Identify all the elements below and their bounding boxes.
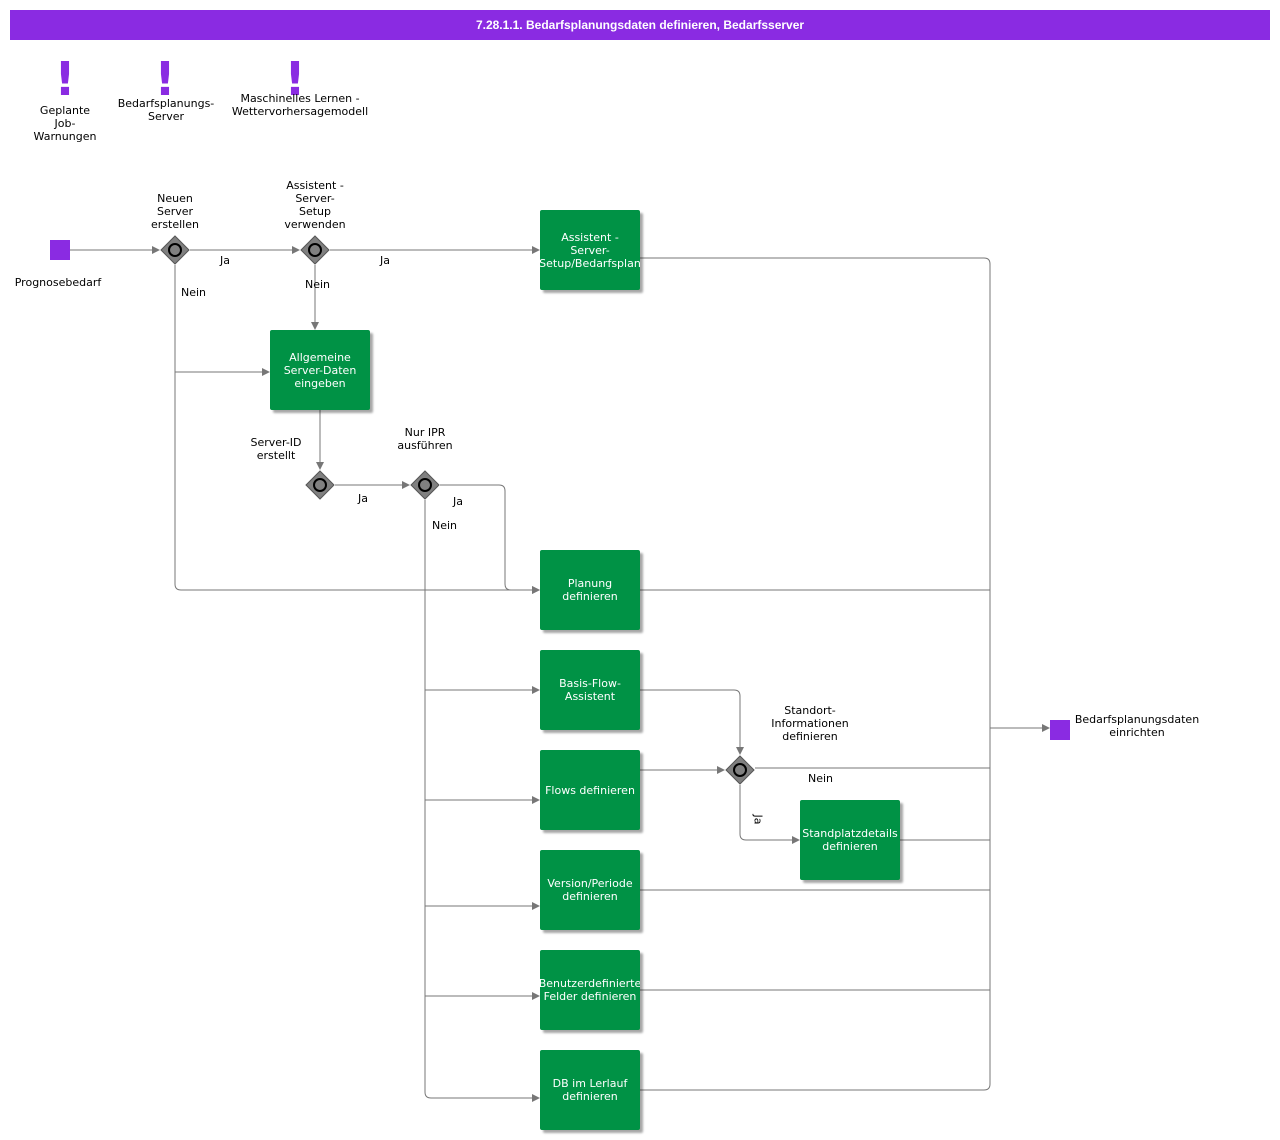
flow-label-nein: Nein bbox=[432, 519, 458, 532]
task-label: Flows definieren bbox=[545, 783, 635, 797]
gateway-assistent[interactable] bbox=[300, 235, 330, 265]
gateway-label-standort: Standort- Informationen definieren bbox=[771, 704, 849, 743]
task-label: Basis-Flow- Assistent bbox=[559, 677, 621, 703]
start-event[interactable] bbox=[50, 240, 70, 260]
flow-label-nein: Nein bbox=[181, 286, 207, 299]
task-label: Version/Periode definieren bbox=[547, 877, 633, 903]
flow-label-ja: Ja bbox=[380, 254, 390, 267]
flow-label-ja: Ja bbox=[220, 254, 230, 267]
task-assistent-server-setup[interactable]: Assistent - Server- Setup/Bedarfsplan bbox=[540, 210, 640, 290]
task-label: Standplatzdetails definieren bbox=[802, 827, 898, 853]
task-db-im-lerlauf[interactable]: DB im Lerlauf definieren bbox=[540, 1050, 640, 1130]
task-label: Allgemeine Server-Daten eingeben bbox=[283, 350, 357, 390]
task-basis-flow-assistent[interactable]: Basis-Flow- Assistent bbox=[540, 650, 640, 730]
gateway-standort[interactable] bbox=[725, 755, 755, 785]
task-allgemeine-server-daten[interactable]: Allgemeine Server-Daten eingeben bbox=[270, 330, 370, 410]
task-planung-definieren[interactable]: Planung definieren bbox=[540, 550, 640, 630]
task-label: Planung definieren bbox=[562, 577, 618, 603]
flow-label-nein: Nein bbox=[305, 278, 331, 291]
flow-label-ja: Ja bbox=[751, 814, 765, 825]
gateway-label-assistent: Assistent - Server- Setup verwenden bbox=[284, 179, 346, 231]
gateway-server-id[interactable] bbox=[305, 470, 335, 500]
flow-connectors bbox=[70, 246, 1050, 1102]
task-label: Benutzerdefinierte Felder definieren bbox=[540, 977, 640, 1003]
gateway-label-server-id: Server-ID erstellt bbox=[250, 436, 302, 462]
end-event-label: Bedarfsplanungsdaten einrichten bbox=[1074, 713, 1200, 739]
flow-label-nein: Nein bbox=[808, 772, 834, 785]
start-event-label: Prognosebedarf bbox=[14, 276, 102, 289]
gateway-nur-ipr[interactable] bbox=[410, 470, 440, 500]
gateway-label-nur-ipr: Nur IPR ausführen bbox=[397, 426, 453, 452]
task-standplatzdetails[interactable]: Standplatzdetails definieren bbox=[800, 800, 900, 880]
flow-label-ja: Ja bbox=[453, 495, 463, 508]
flow-label-ja: Ja bbox=[358, 492, 368, 505]
gateway-label-neuen-server: Neuen Server erstellen bbox=[151, 192, 199, 231]
task-benutzerdefinierte-felder[interactable]: Benutzerdefinierte Felder definieren bbox=[540, 950, 640, 1030]
task-version-periode[interactable]: Version/Periode definieren bbox=[540, 850, 640, 930]
gateway-neuen-server[interactable] bbox=[160, 235, 190, 265]
task-label: DB im Lerlauf definieren bbox=[552, 1077, 628, 1103]
end-event[interactable] bbox=[1050, 720, 1070, 740]
task-label: Assistent - Server- Setup/Bedarfsplan bbox=[540, 230, 640, 270]
task-flows-definieren[interactable]: Flows definieren bbox=[540, 750, 640, 830]
